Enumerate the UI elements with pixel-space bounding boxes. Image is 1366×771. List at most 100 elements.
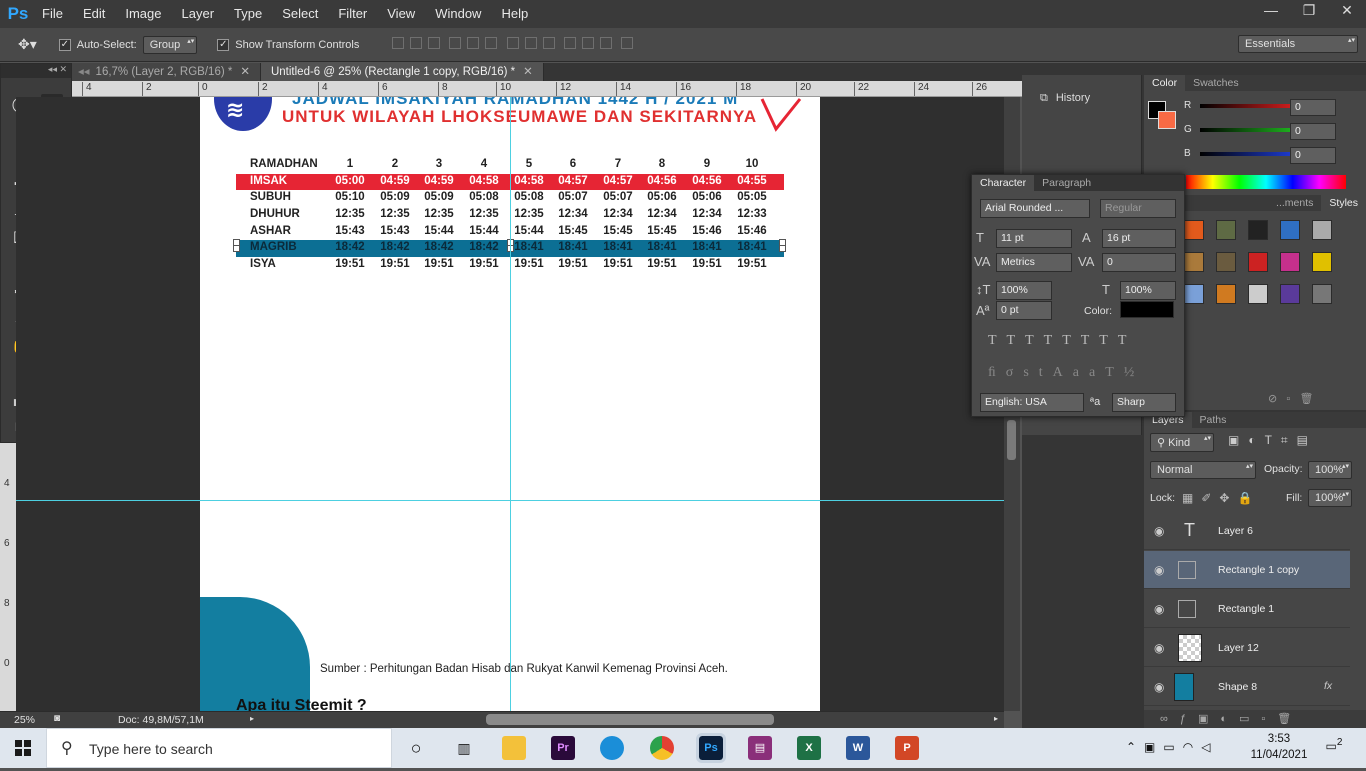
align-bottom-icon[interactable] — [428, 37, 441, 49]
style-swatch[interactable] — [1312, 284, 1332, 304]
menu-file[interactable]: File — [32, 0, 73, 28]
channel-value[interactable]: 0 — [1290, 147, 1336, 164]
channel-slider[interactable] — [1200, 152, 1300, 156]
task-view-icon[interactable]: ▥ — [452, 736, 476, 760]
menu-help[interactable]: Help — [491, 0, 538, 28]
opentype-buttons[interactable]: ﬁσstAaaT½ — [988, 365, 1144, 381]
style-swatch[interactable] — [1312, 252, 1332, 272]
scroll-right-icon[interactable]: ▸ — [994, 714, 998, 723]
align-top-icon[interactable] — [392, 37, 405, 49]
transform-handle[interactable] — [779, 245, 786, 252]
typo-style-buttons[interactable]: TTTTTTTT — [988, 333, 1136, 349]
style-swatch[interactable] — [1248, 284, 1268, 304]
excel-icon[interactable]: X — [797, 736, 821, 760]
horizontal-scale-field[interactable]: 100% — [1120, 281, 1176, 300]
tab-close-icon[interactable]: ✕ — [240, 66, 250, 78]
distribute-left-icon[interactable] — [563, 37, 576, 49]
chrome-icon[interactable] — [650, 736, 674, 760]
eye-icon[interactable]: ◉ — [1154, 602, 1164, 616]
menu-view[interactable]: View — [377, 0, 425, 28]
lock-icons[interactable]: ▦✐✥🔒 — [1182, 491, 1260, 505]
style-swatch[interactable] — [1184, 284, 1204, 304]
style-swatch[interactable] — [1248, 252, 1268, 272]
layer-actions-bar[interactable]: ∞ƒ▣◐▭▫🗑 — [1144, 710, 1366, 728]
vertical-scale-field[interactable]: 100% — [996, 281, 1052, 300]
tab-styles[interactable]: Styles — [1321, 195, 1366, 211]
layer-row[interactable]: ◉ Shape 8 fx — [1144, 668, 1350, 706]
transform-handle[interactable] — [233, 245, 240, 252]
horizontal-guide[interactable] — [16, 500, 1004, 501]
winrar-icon[interactable]: ▤ — [748, 736, 772, 760]
layer-filter-icons[interactable]: ▣◐T⌗▤ — [1228, 433, 1317, 448]
vertical-scroll-thumb[interactable] — [1007, 420, 1016, 460]
auto-select-checkbox[interactable]: ✓ — [58, 38, 71, 51]
move-tool-icon[interactable]: ✥▾ — [18, 36, 37, 53]
layer-filter-dropdown[interactable]: ⚲ Kind — [1150, 433, 1214, 452]
edge-icon[interactable] — [600, 736, 624, 760]
tab-color[interactable]: Color — [1144, 75, 1186, 91]
restore-button[interactable]: ❐ — [1290, 0, 1328, 22]
fill-field[interactable]: 100% — [1308, 489, 1352, 507]
eye-icon[interactable]: ◉ — [1154, 524, 1164, 538]
style-swatch[interactable] — [1184, 252, 1204, 272]
baseline-shift-field[interactable]: 0 pt — [996, 301, 1052, 320]
distribute-top-icon[interactable] — [506, 37, 519, 49]
show-transform-checkbox[interactable]: ✓ — [217, 38, 230, 51]
eye-icon[interactable]: ◉ — [1154, 563, 1164, 577]
blend-mode-dropdown[interactable]: Normal — [1150, 461, 1256, 479]
color-bg-swatch[interactable] — [1158, 111, 1176, 129]
align-vcenter-icon[interactable] — [410, 37, 423, 49]
vertical-guide[interactable] — [510, 97, 511, 711]
layer-row[interactable]: ◉ Rectangle 1 — [1144, 590, 1350, 628]
menu-select[interactable]: Select — [272, 0, 328, 28]
tab-close-icon[interactable]: ✕ — [523, 66, 533, 78]
align-left-icon[interactable] — [449, 37, 462, 49]
auto-select-dropdown[interactable]: Group — [142, 35, 198, 54]
tab-swatches[interactable]: Swatches — [1185, 75, 1247, 91]
workspace-dropdown[interactable]: Essentials — [1238, 35, 1358, 53]
menu-window[interactable]: Window — [425, 0, 491, 28]
doc-size[interactable]: Doc: 49,8M/57,1M — [118, 714, 204, 726]
history-panel-button[interactable]: ⧉ History — [1040, 92, 1090, 105]
style-swatch[interactable] — [1216, 220, 1236, 240]
menu-layer[interactable]: Layer — [172, 0, 225, 28]
style-swatch[interactable] — [1184, 220, 1204, 240]
tab-untitled-6[interactable]: Untitled-6 @ 25% (Rectangle 1 copy, RGB/… — [260, 63, 544, 82]
style-swatch[interactable] — [1248, 220, 1268, 240]
font-size-field[interactable]: 11 pt — [996, 229, 1072, 248]
file-explorer-icon[interactable] — [502, 736, 526, 760]
style-swatch[interactable] — [1216, 284, 1236, 304]
tools-collapse-icon[interactable]: ◂◂ ✕ — [1, 64, 71, 78]
zoom-level[interactable]: 25% — [14, 714, 35, 726]
cortana-icon[interactable]: ○ — [404, 736, 428, 760]
powerpoint-icon[interactable]: P — [895, 736, 919, 760]
channel-slider[interactable] — [1200, 104, 1300, 108]
windows-start-button[interactable] — [0, 728, 46, 768]
menu-filter[interactable]: Filter — [328, 0, 377, 28]
distribute-vcenter-icon[interactable] — [524, 37, 537, 49]
menu-image[interactable]: Image — [115, 0, 171, 28]
canvas-area[interactable]: ≋ JADWAL IMSAKIYAH RAMADHAN 1442 H / 202… — [16, 97, 1004, 711]
eye-icon[interactable]: ◉ — [1154, 641, 1164, 655]
channel-value[interactable]: 0 — [1290, 99, 1336, 116]
layer-row[interactable]: ◉ T Layer 6 — [1144, 512, 1350, 550]
taskbar-search[interactable]: ⚲ Type here to search — [46, 728, 392, 768]
opacity-field[interactable]: 100% — [1308, 461, 1352, 479]
premiere-icon[interactable]: Pr — [551, 736, 575, 760]
status-menu-icon[interactable]: ◙ — [54, 713, 60, 724]
font-family-dropdown[interactable]: Arial Rounded ... — [980, 199, 1090, 218]
color-spectrum[interactable] — [1186, 175, 1346, 189]
clock[interactable]: 3:53 11/04/2021 — [1244, 731, 1314, 763]
layer-row[interactable]: ◉ Layer 12 — [1144, 629, 1350, 667]
tab-paragraph[interactable]: Paragraph — [1034, 175, 1099, 191]
kerning-field[interactable]: Metrics — [996, 253, 1072, 272]
tab-adjustments[interactable]: ...ments — [1268, 195, 1321, 211]
word-icon[interactable]: W — [846, 736, 870, 760]
text-color-swatch[interactable] — [1120, 301, 1174, 318]
layer-row[interactable]: ◉ Rectangle 1 copy — [1144, 551, 1350, 589]
status-arrow-icon[interactable]: ▸ — [250, 714, 254, 723]
style-swatch[interactable] — [1280, 284, 1300, 304]
tab-character[interactable]: Character — [972, 175, 1035, 191]
align-right-icon[interactable] — [485, 37, 498, 49]
photoshop-taskbar-icon[interactable]: Ps — [696, 733, 726, 763]
